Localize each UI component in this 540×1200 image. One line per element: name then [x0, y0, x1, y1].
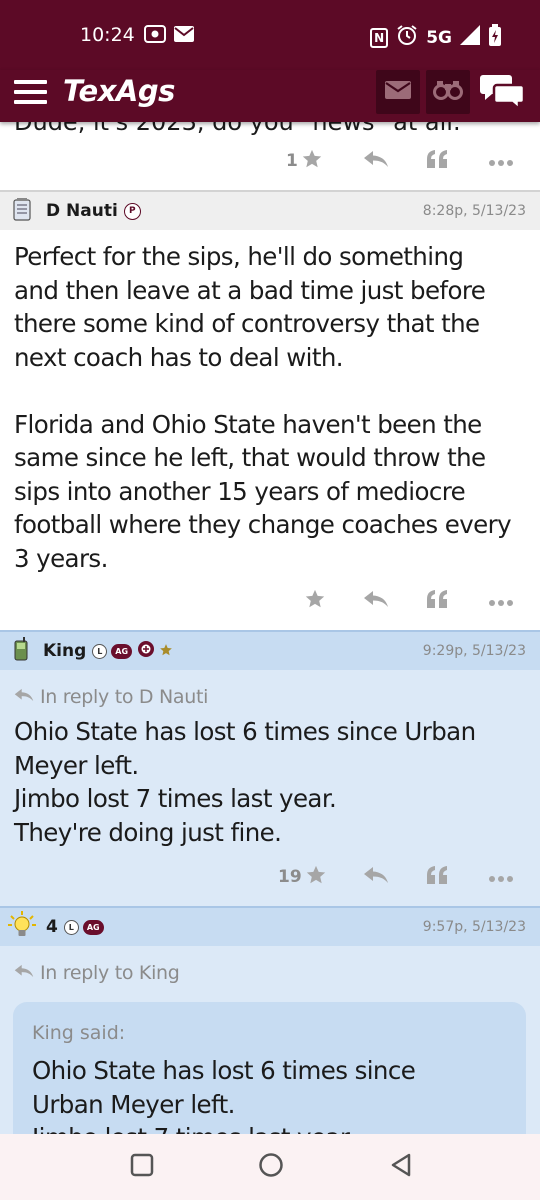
- reply-to-label: In reply to King: [40, 962, 180, 984]
- timestamp[interactable]: 9:57p, 5/13/23: [423, 919, 526, 935]
- post-actions: 19: [0, 858, 540, 898]
- recents-button[interactable]: [127, 1153, 157, 1181]
- reply-arrow-icon: [14, 962, 34, 984]
- premium-badge: P: [123, 202, 141, 220]
- thread-content: Dude, it's 2023, do you "news" at all. 1…: [0, 122, 540, 1134]
- clock: 10:24: [80, 24, 135, 46]
- lifetime-badge: L: [92, 643, 108, 659]
- ag-badge: AG: [111, 643, 133, 659]
- star-badge-icon: [159, 642, 173, 661]
- quote-icon: [426, 865, 448, 889]
- reply-to-label: In reply to D Nauti: [40, 686, 209, 708]
- alarm-icon: [396, 24, 418, 51]
- like-button[interactable]: [304, 588, 326, 614]
- binoculars-icon: [433, 80, 463, 104]
- chat-bubbles-icon: [480, 75, 526, 116]
- circle-icon: [258, 1152, 284, 1182]
- star-icon: [301, 148, 323, 174]
- square-icon: [130, 1153, 154, 1181]
- timestamp[interactable]: 9:29p, 5/13/23: [423, 643, 526, 659]
- like-button[interactable]: 1: [286, 148, 323, 174]
- quote-button[interactable]: [426, 864, 448, 890]
- envelope-icon: [385, 81, 411, 103]
- lightbulb-avatar-icon: [8, 911, 36, 943]
- previous-post-body: Dude, it's 2023, do you "news" at all.: [14, 122, 461, 136]
- app-header: TexAgs: [0, 70, 540, 122]
- star-icon: [304, 588, 326, 614]
- post-header: D Nauti P 8:28p, 5/13/23: [0, 190, 540, 230]
- team-logo-icon: [137, 640, 155, 662]
- ellipsis-icon: [488, 592, 514, 611]
- system-nav-bar: [0, 1134, 540, 1200]
- more-options-button[interactable]: [488, 148, 514, 174]
- back-button[interactable]: [386, 1152, 416, 1182]
- quote-button[interactable]: [426, 588, 448, 614]
- reply-arrow-icon: [363, 149, 389, 173]
- notepad-avatar-icon: [12, 197, 32, 225]
- post-body: Perfect for the sips, he'll do something…: [14, 242, 512, 573]
- nfc-icon: N: [370, 27, 389, 48]
- mail-notification-icon: [174, 24, 194, 44]
- screen-record-icon: [144, 24, 166, 44]
- username[interactable]: 4: [46, 917, 58, 937]
- triangle-back-icon: [389, 1152, 413, 1182]
- reply-arrow-icon: [363, 589, 389, 613]
- more-options-button[interactable]: [488, 864, 514, 890]
- status-bar: 10:24 N 5G: [0, 0, 540, 70]
- ellipsis-icon: [488, 152, 514, 171]
- battery-icon: [488, 24, 502, 51]
- quoted-post: King said: Ohio State has lost 6 times s…: [13, 1002, 526, 1134]
- reply-button[interactable]: [363, 148, 389, 174]
- reply-arrow-icon: [363, 865, 389, 889]
- reply-button[interactable]: [363, 864, 389, 890]
- signal-icon: [460, 25, 480, 50]
- like-button[interactable]: 19: [278, 864, 327, 890]
- menu-button[interactable]: [14, 80, 47, 108]
- star-icon: [305, 864, 327, 890]
- phone-avatar-icon: [14, 637, 28, 665]
- quote-icon: [426, 149, 448, 173]
- timestamp[interactable]: 8:28p, 5/13/23: [423, 203, 526, 219]
- watch-button[interactable]: [426, 70, 470, 114]
- more-options-button[interactable]: [488, 588, 514, 614]
- post-body: Ohio State has lost 6 times since Urban …: [14, 717, 476, 847]
- username[interactable]: D Nauti: [46, 201, 118, 221]
- post-header: 4 L AG 9:57p, 5/13/23: [0, 906, 540, 946]
- quote-body: Ohio State has lost 6 times since Urban …: [32, 1056, 416, 1134]
- post-actions: [0, 582, 540, 622]
- post-header: King L AG 9:29p, 5/13/23: [0, 630, 540, 670]
- reply-to-link[interactable]: In reply to D Nauti: [14, 686, 208, 708]
- home-button[interactable]: [256, 1152, 286, 1182]
- quote-attribution: King said:: [32, 1022, 126, 1044]
- reply-button[interactable]: [363, 588, 389, 614]
- like-count: 19: [278, 867, 302, 887]
- ellipsis-icon: [488, 868, 514, 887]
- previous-post-actions: 1: [0, 142, 540, 182]
- reply-to-link[interactable]: In reply to King: [14, 962, 180, 984]
- like-count: 1: [286, 151, 298, 171]
- lifetime-badge: L: [63, 919, 79, 935]
- quote-button[interactable]: [426, 148, 448, 174]
- network-label: 5G: [426, 27, 452, 48]
- messages-button[interactable]: [376, 70, 420, 114]
- ag-badge: AG: [82, 919, 104, 935]
- reply-arrow-icon: [14, 686, 34, 708]
- quote-icon: [426, 589, 448, 613]
- texags-logo[interactable]: TexAgs: [63, 74, 175, 108]
- username[interactable]: King: [43, 641, 86, 661]
- chat-button[interactable]: [480, 72, 526, 112]
